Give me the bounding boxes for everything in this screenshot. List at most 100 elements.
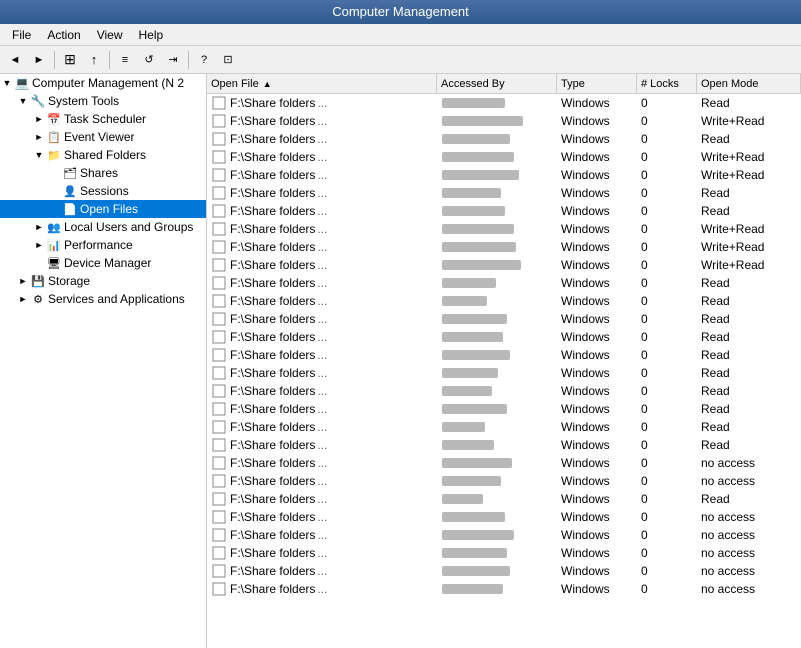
list-row[interactable]: F:\Share folders ...Windows0Read xyxy=(207,400,801,418)
expand-services[interactable]: ► xyxy=(16,292,30,306)
list-row[interactable]: F:\Share folders ...Windows0Read xyxy=(207,274,801,292)
list-row[interactable]: F:\Share folders ...Windows0Read xyxy=(207,94,801,112)
file-path: F:\Share folders xyxy=(230,186,315,200)
back-button[interactable]: ◄ xyxy=(4,49,26,71)
expand-storage[interactable]: ► xyxy=(16,274,30,288)
list-row[interactable]: F:\Share folders ...Windows0Write+Read xyxy=(207,148,801,166)
cell-open-file: F:\Share folders ... xyxy=(207,94,437,112)
expand-local-users[interactable]: ► xyxy=(32,220,46,234)
list-row[interactable]: F:\Share folders ...Windows0no access xyxy=(207,526,801,544)
file-icon xyxy=(211,563,227,579)
tree-item-event-viewer[interactable]: ► 📋 Event Viewer xyxy=(0,128,206,146)
cell-open-mode: Read xyxy=(697,418,801,436)
list-row[interactable]: F:\Share folders ...Windows0Read xyxy=(207,310,801,328)
list-body[interactable]: F:\Share folders ...Windows0ReadF:\Share… xyxy=(207,94,801,648)
blurred-username xyxy=(442,386,492,396)
expand-root[interactable]: ▼ xyxy=(0,76,14,90)
properties-button[interactable]: ≡ xyxy=(114,49,136,71)
tree-item-shared-folders[interactable]: ▼ 📁 Shared Folders xyxy=(0,146,206,164)
list-row[interactable]: F:\Share folders ...Windows0no access xyxy=(207,508,801,526)
menu-file[interactable]: File xyxy=(4,26,39,44)
list-row[interactable]: F:\Share folders ...Windows0Read xyxy=(207,130,801,148)
list-row[interactable]: F:\Share folders ...Windows0no access xyxy=(207,544,801,562)
menu-action[interactable]: Action xyxy=(39,26,88,44)
expand-shared-folders[interactable]: ▼ xyxy=(32,148,46,162)
file-path: F:\Share folders xyxy=(230,222,315,236)
list-row[interactable]: F:\Share folders ...Windows0Write+Read xyxy=(207,256,801,274)
list-row[interactable]: F:\Share folders ...Windows0Read xyxy=(207,364,801,382)
expand-performance[interactable]: ► xyxy=(32,238,46,252)
tree-item-sessions[interactable]: ► 👤 Sessions xyxy=(0,182,206,200)
blurred-username xyxy=(442,404,507,414)
cell-accessed-by xyxy=(437,472,557,490)
tree-item-shares[interactable]: ► 🗂 Shares xyxy=(0,164,206,182)
list-row[interactable]: F:\Share folders ...Windows0Read xyxy=(207,436,801,454)
list-row[interactable]: F:\Share folders ...Windows0Read xyxy=(207,490,801,508)
help-button[interactable]: ? xyxy=(193,49,215,71)
cell-locks: 0 xyxy=(637,148,697,166)
list-row[interactable]: F:\Share folders ...Windows0Write+Read xyxy=(207,238,801,256)
tree-item-services[interactable]: ► ⚙ Services and Applications xyxy=(0,290,206,308)
expand-event-viewer[interactable]: ► xyxy=(32,130,46,144)
list-row[interactable]: F:\Share folders ...Windows0no access xyxy=(207,472,801,490)
col-header-open-mode[interactable]: Open Mode xyxy=(697,74,801,93)
col-header-locks[interactable]: # Locks xyxy=(637,74,697,93)
refresh-button[interactable]: ↺ xyxy=(138,49,160,71)
tree-item-performance[interactable]: ► 📊 Performance xyxy=(0,236,206,254)
file-dots: ... xyxy=(317,438,327,452)
tree-item-task-scheduler[interactable]: ► 📅 Task Scheduler xyxy=(0,110,206,128)
col-header-open-file[interactable]: Open File ▲ xyxy=(207,74,437,93)
list-row[interactable]: F:\Share folders ...Windows0Read xyxy=(207,382,801,400)
cell-open-file: F:\Share folders ... xyxy=(207,256,437,274)
list-row[interactable]: F:\Share folders ...Windows0Read xyxy=(207,418,801,436)
list-row[interactable]: F:\Share folders ...Windows0no access xyxy=(207,454,801,472)
blurred-username xyxy=(442,566,510,576)
list-panel: Open File ▲ Accessed By Type # Locks Ope… xyxy=(207,74,801,648)
main-layout: ▼ 💻 Computer Management (N 2 ▼ 🔧 System … xyxy=(0,74,801,648)
cell-accessed-by xyxy=(437,166,557,184)
cell-accessed-by xyxy=(437,274,557,292)
menu-view[interactable]: View xyxy=(89,26,131,44)
expand-system-tools[interactable]: ▼ xyxy=(16,94,30,108)
file-dots: ... xyxy=(317,564,327,578)
cell-open-file: F:\Share folders ... xyxy=(207,418,437,436)
tree-item-open-files[interactable]: ► 📄 Open Files xyxy=(0,200,206,218)
file-dots: ... xyxy=(317,402,327,416)
up-button[interactable]: ↑ xyxy=(83,49,105,71)
show-tree-button[interactable]: ⊞ xyxy=(59,49,81,71)
list-row[interactable]: F:\Share folders ...Windows0Read xyxy=(207,292,801,310)
extra-button[interactable]: ⊡ xyxy=(217,49,239,71)
list-row[interactable]: F:\Share folders ...Windows0Read xyxy=(207,346,801,364)
shares-icon: 🗂 xyxy=(62,165,78,181)
list-row[interactable]: F:\Share folders ...Windows0no access xyxy=(207,562,801,580)
list-row[interactable]: F:\Share folders ...Windows0Read xyxy=(207,184,801,202)
cell-open-mode: Write+Read xyxy=(697,112,801,130)
cell-type: Windows xyxy=(557,274,637,292)
col-header-accessed-by[interactable]: Accessed By xyxy=(437,74,557,93)
file-dots: ... xyxy=(317,222,327,236)
blurred-username xyxy=(442,278,496,288)
file-icon xyxy=(211,275,227,291)
cell-open-mode: Write+Read xyxy=(697,148,801,166)
col-header-type[interactable]: Type xyxy=(557,74,637,93)
list-row[interactable]: F:\Share folders ...Windows0no access xyxy=(207,580,801,598)
tree-item-device-manager[interactable]: ► 🖥 Device Manager xyxy=(0,254,206,272)
cell-type: Windows xyxy=(557,562,637,580)
list-row[interactable]: F:\Share folders ...Windows0Read xyxy=(207,202,801,220)
list-row[interactable]: F:\Share folders ...Windows0Write+Read xyxy=(207,166,801,184)
tree-label-sessions: Sessions xyxy=(80,182,129,200)
list-row[interactable]: F:\Share folders ...Windows0Read xyxy=(207,328,801,346)
file-icon xyxy=(211,221,227,237)
tree-item-local-users[interactable]: ► 👥 Local Users and Groups xyxy=(0,218,206,236)
forward-button[interactable]: ► xyxy=(28,49,50,71)
blurred-username xyxy=(442,368,498,378)
tree-item-system-tools[interactable]: ▼ 🔧 System Tools xyxy=(0,92,206,110)
list-row[interactable]: F:\Share folders ...Windows0Write+Read xyxy=(207,220,801,238)
list-row[interactable]: F:\Share folders ...Windows0Write+Read xyxy=(207,112,801,130)
tree-item-root[interactable]: ▼ 💻 Computer Management (N 2 xyxy=(0,74,206,92)
tree-item-storage[interactable]: ► 💾 Storage xyxy=(0,272,206,290)
export-button[interactable]: ⇥ xyxy=(162,49,184,71)
menu-help[interactable]: Help xyxy=(131,26,172,44)
file-dots: ... xyxy=(317,492,327,506)
expand-task-scheduler[interactable]: ► xyxy=(32,112,46,126)
